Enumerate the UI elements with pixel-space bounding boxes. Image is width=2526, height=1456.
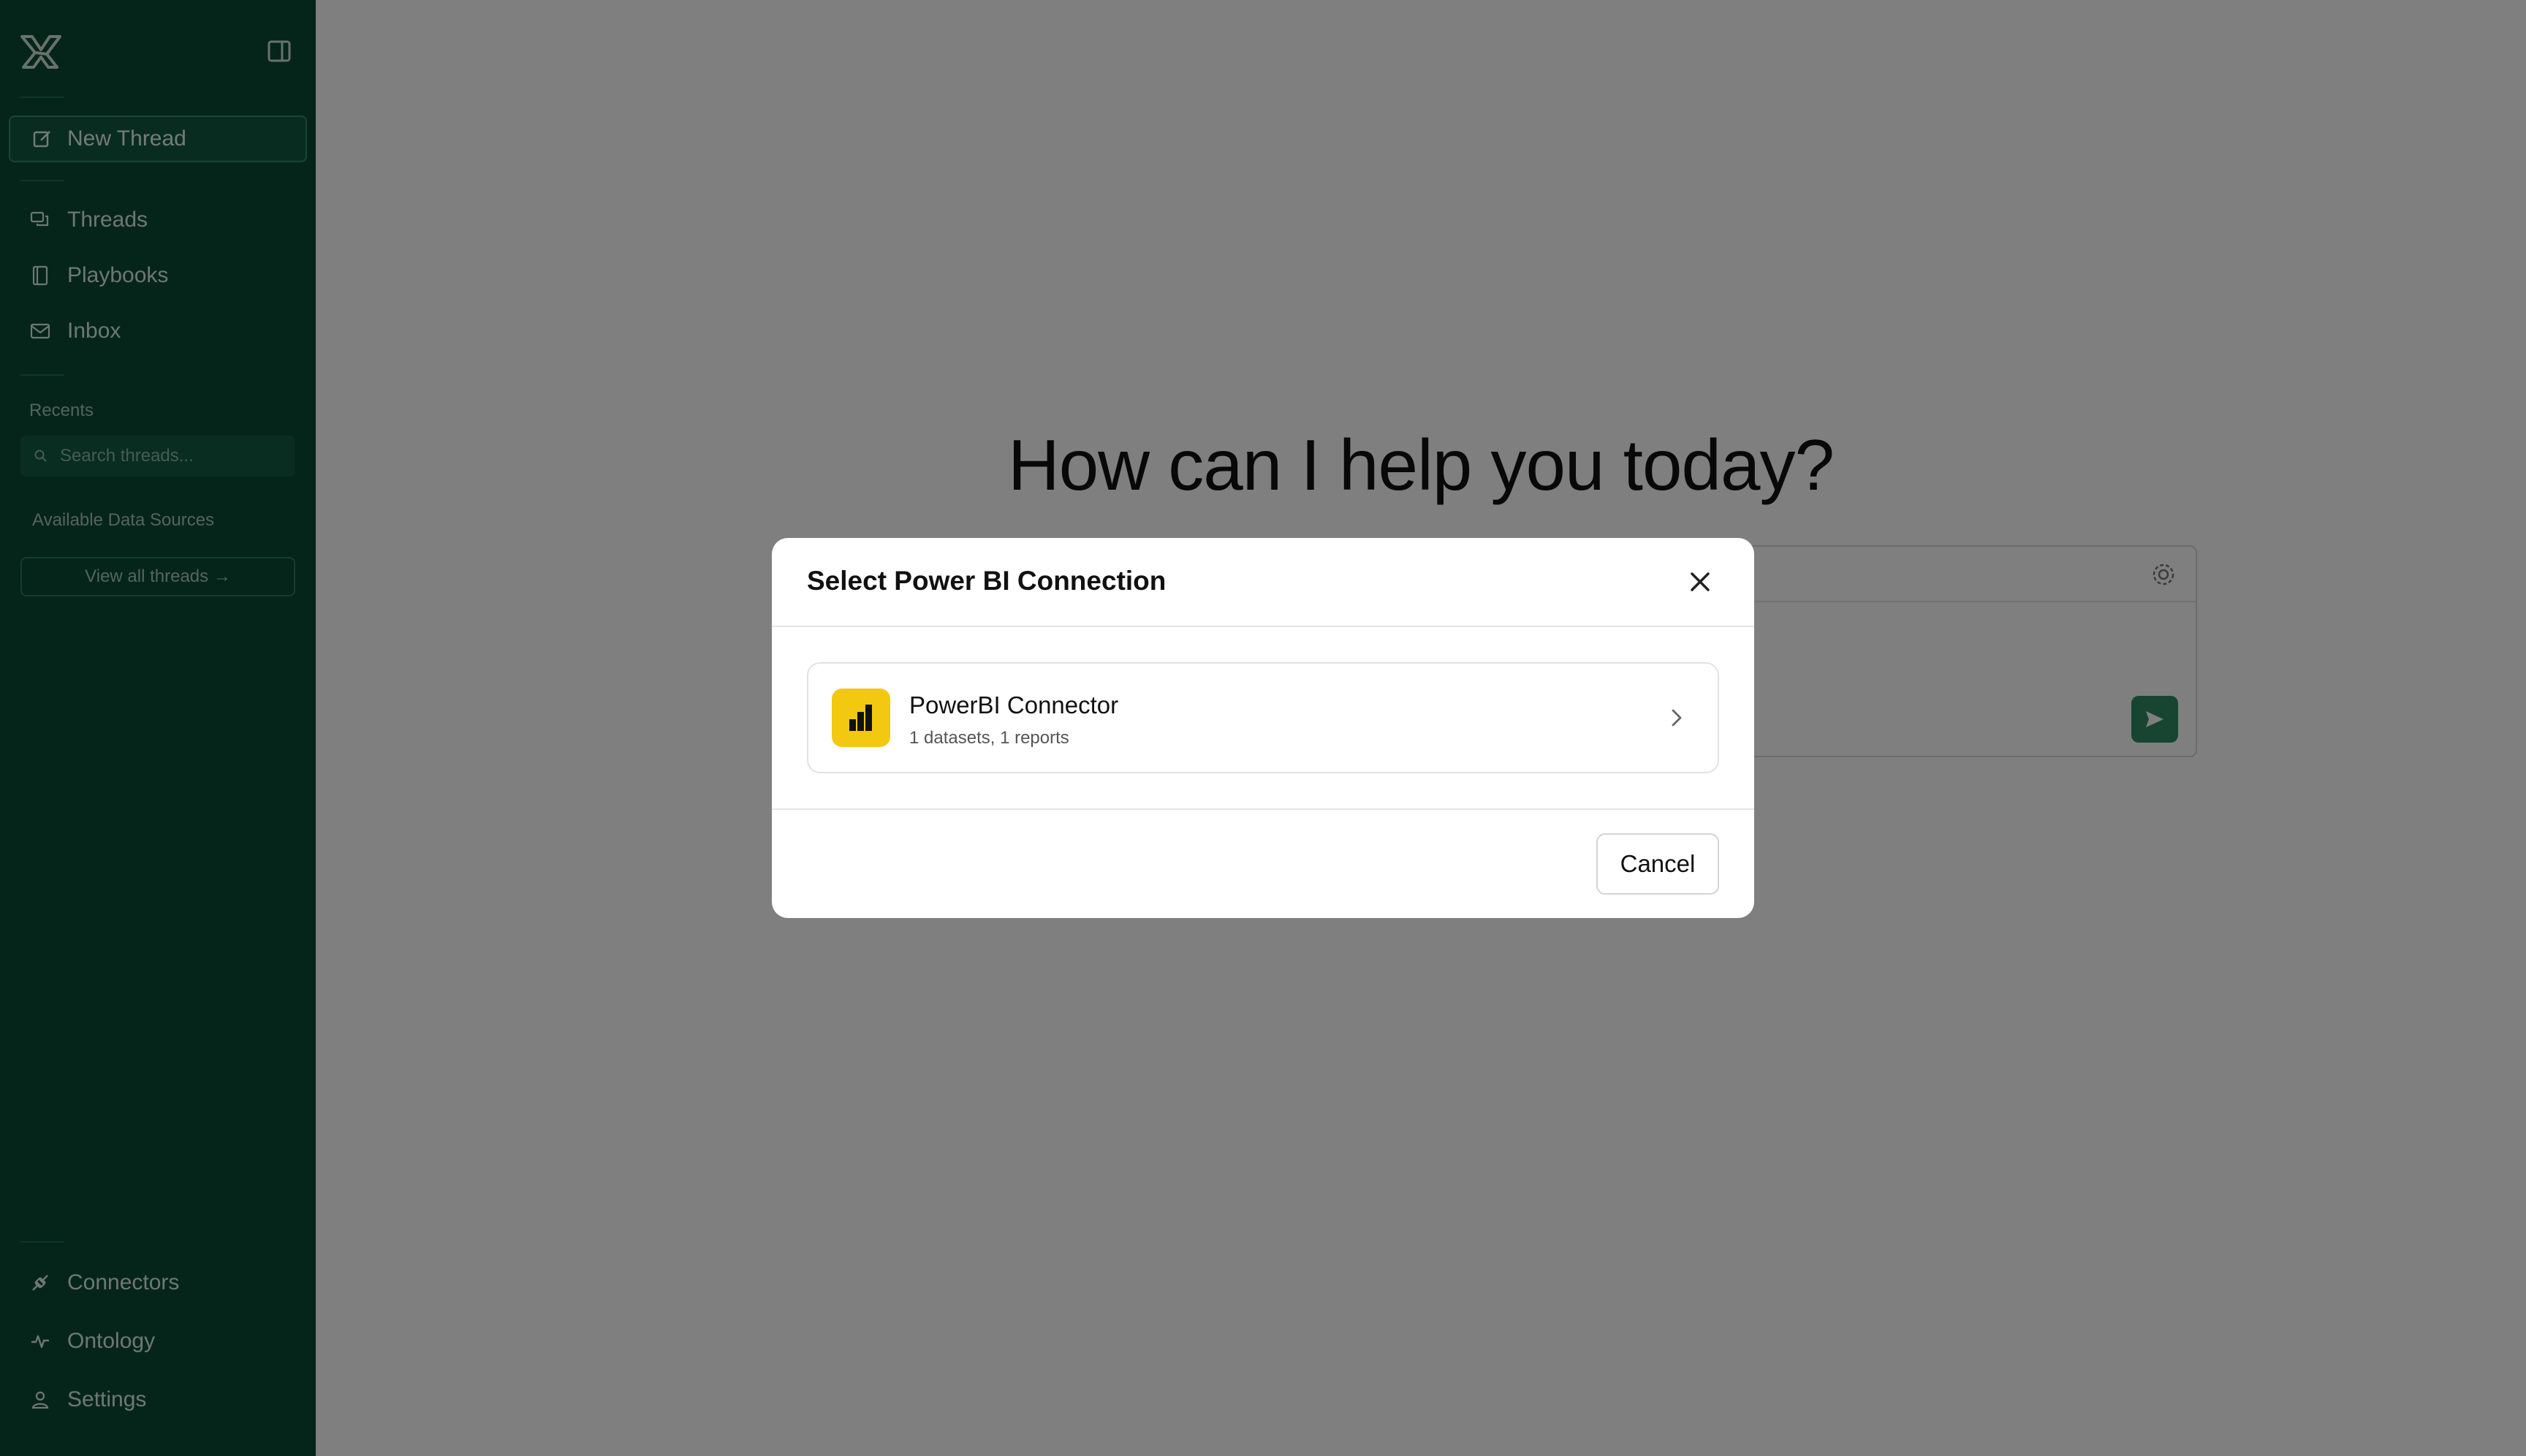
powerbi-icon xyxy=(832,689,890,747)
connection-name: PowerBI Connector xyxy=(909,691,1119,718)
dialog-title: Select Power BI Connection xyxy=(807,566,1167,596)
connection-meta: 1 datasets, 1 reports xyxy=(909,728,1069,748)
close-icon[interactable] xyxy=(1685,567,1715,596)
select-connection-dialog: Select Power BI Connection PowerBI Conne… xyxy=(772,538,1754,918)
cancel-button[interactable]: Cancel xyxy=(1596,833,1719,895)
chevron-right-icon xyxy=(1672,709,1682,727)
dialog-footer-divider xyxy=(772,808,1754,810)
connection-option[interactable]: PowerBI Connector 1 datasets, 1 reports xyxy=(807,662,1719,773)
dialog-header: Select Power BI Connection xyxy=(772,538,1754,627)
